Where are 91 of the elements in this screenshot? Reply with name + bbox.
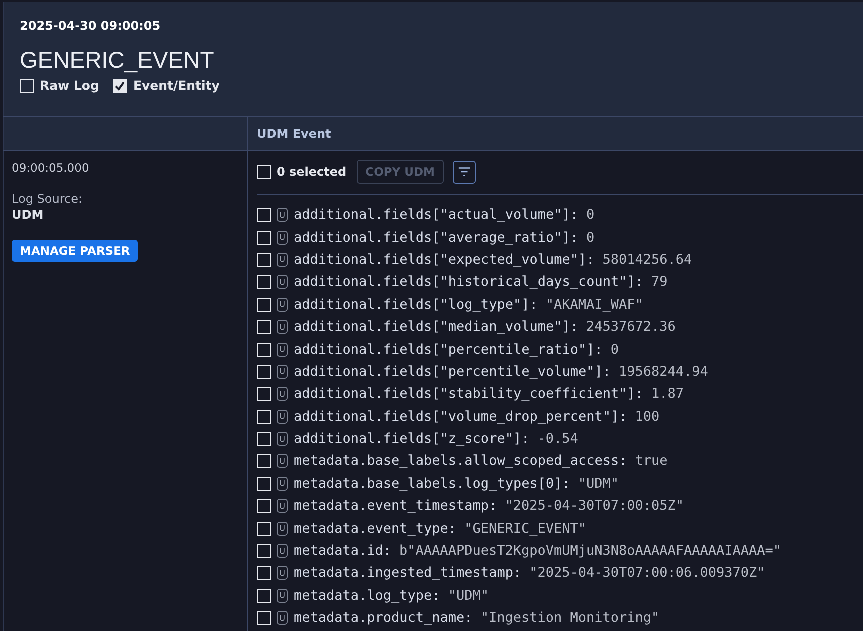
row-checkbox[interactable] <box>257 275 271 290</box>
row-checkbox[interactable] <box>257 298 271 312</box>
field-value: "2025-04-30T07:00:05Z" <box>505 498 684 514</box>
field-value: b"AAAAAPDuesT2KgpoVmUMjuN3N8oAAAAAFAAAAAIAAAA=" <box>400 543 782 560</box>
row-checkbox[interactable] <box>257 611 271 626</box>
select-all-checkbox[interactable] <box>257 165 271 179</box>
field-badge: U <box>277 275 288 290</box>
row-checkbox[interactable] <box>257 230 271 245</box>
row-checkbox[interactable] <box>257 387 271 402</box>
row-checkbox[interactable] <box>257 364 271 379</box>
row-checkbox[interactable] <box>257 432 271 446</box>
field-value: "GENERIC_EVENT" <box>464 520 586 537</box>
field-key: additional.fields["percentile_volume"]: <box>294 364 611 380</box>
field-value: true <box>635 453 668 470</box>
event-timestamp: 2025-04-30 09:00:05 <box>20 19 162 33</box>
selected-count: 0 selected <box>277 165 347 179</box>
field-key: metadata.base_labels.log_types[0]: <box>294 476 570 492</box>
field-value: 0 <box>586 230 595 246</box>
field-value: "2025-04-30T07:00:06.009370Z" <box>530 565 766 582</box>
field-value: "UDM" <box>578 476 619 492</box>
field-key: additional.fields["volume_drop_percent"]: <box>294 408 628 425</box>
field-badge: U <box>277 522 288 536</box>
field-key: additional.fields["percentile_ratio"]: <box>294 342 603 358</box>
field-value: 24537672.36 <box>586 319 676 336</box>
row-checkbox[interactable] <box>257 252 271 267</box>
log-source-label: Log Source: <box>12 192 84 206</box>
field-value: 100 <box>635 408 660 425</box>
checkbox-label: Raw Log <box>40 78 100 93</box>
field-value: 79 <box>652 274 668 290</box>
field-key: additional.fields["historical_days_count"]: <box>294 274 644 290</box>
field-key: metadata.base_labels.allow_scoped_access: <box>294 453 628 470</box>
checkbox-label: Event/Entity <box>133 78 220 93</box>
row-checkbox[interactable] <box>257 522 271 536</box>
field-value: 58014256.64 <box>602 252 692 268</box>
field-value: 0 <box>586 207 595 224</box>
field-key: additional.fields["log_type"]: <box>294 296 538 313</box>
copy-udm-button[interactable]: COPY UDM <box>356 160 444 184</box>
log-source-value: UDM <box>12 208 45 222</box>
row-checkbox[interactable] <box>257 588 271 603</box>
row-checkbox[interactable] <box>257 208 271 222</box>
field-badge: U <box>277 387 288 402</box>
field-badge: U <box>277 544 288 558</box>
field-badge: U <box>277 208 288 222</box>
field-value: "UDM" <box>448 588 489 604</box>
field-badge: U <box>277 320 288 334</box>
checkbox[interactable] <box>20 78 34 92</box>
field-value: "Ingestion Monitoring" <box>480 610 660 626</box>
field-badge: U <box>277 364 288 379</box>
field-badge: U <box>277 342 288 357</box>
field-value: 0 <box>610 342 619 358</box>
field-key: metadata.product_name: <box>294 610 473 626</box>
event-title: GENERIC_EVENT <box>20 47 216 74</box>
field-badge: U <box>277 298 288 312</box>
row-checkbox[interactable] <box>257 410 271 424</box>
field-badge: U <box>277 611 288 626</box>
field-value: "AKAMAI_WAF" <box>546 296 644 313</box>
row-checkbox[interactable] <box>257 566 271 580</box>
column-header: UDM Event <box>257 126 332 140</box>
field-key: metadata.event_type: <box>294 520 457 537</box>
field-key: additional.fields["expected_volume"]: <box>294 252 595 268</box>
row-checkbox[interactable] <box>257 454 271 468</box>
row-checkbox[interactable] <box>257 320 271 334</box>
field-key: metadata.ingested_timestamp: <box>294 565 522 582</box>
field-key: metadata.id: <box>294 543 392 560</box>
event-time: 09:00:05.000 <box>12 161 90 175</box>
field-badge: U <box>277 230 288 245</box>
row-checkbox[interactable] <box>257 476 271 491</box>
field-badge: U <box>277 588 288 603</box>
field-key: additional.fields["stability_coefficient"]: <box>294 386 644 402</box>
row-checkbox[interactable] <box>257 342 271 357</box>
field-value: 1.87 <box>652 386 684 402</box>
field-key: additional.fields["actual_volume"]: <box>294 207 578 224</box>
field-key: additional.fields["median_volume"]: <box>294 319 578 336</box>
row-checkbox[interactable] <box>257 544 271 558</box>
field-key: metadata.event_timestamp: <box>294 498 498 514</box>
field-key: additional.fields["z_score"]: <box>294 431 530 448</box>
field-value: -0.54 <box>538 431 578 448</box>
field-badge: U <box>277 410 288 424</box>
checkbox[interactable] <box>113 78 128 92</box>
field-badge: U <box>277 499 288 514</box>
field-badge: U <box>277 432 288 446</box>
field-badge: U <box>277 454 288 468</box>
field-value: 19568244.94 <box>618 364 708 380</box>
filter-icon[interactable] <box>452 160 476 184</box>
field-key: metadata.log_type: <box>294 588 440 604</box>
manage-parser-button[interactable]: MANAGE PARSER <box>12 240 138 262</box>
field-key: additional.fields["average_ratio"]: <box>294 230 578 246</box>
field-badge: U <box>277 252 288 267</box>
field-badge: U <box>277 476 288 491</box>
row-checkbox[interactable] <box>257 499 271 514</box>
field-badge: U <box>277 566 288 580</box>
